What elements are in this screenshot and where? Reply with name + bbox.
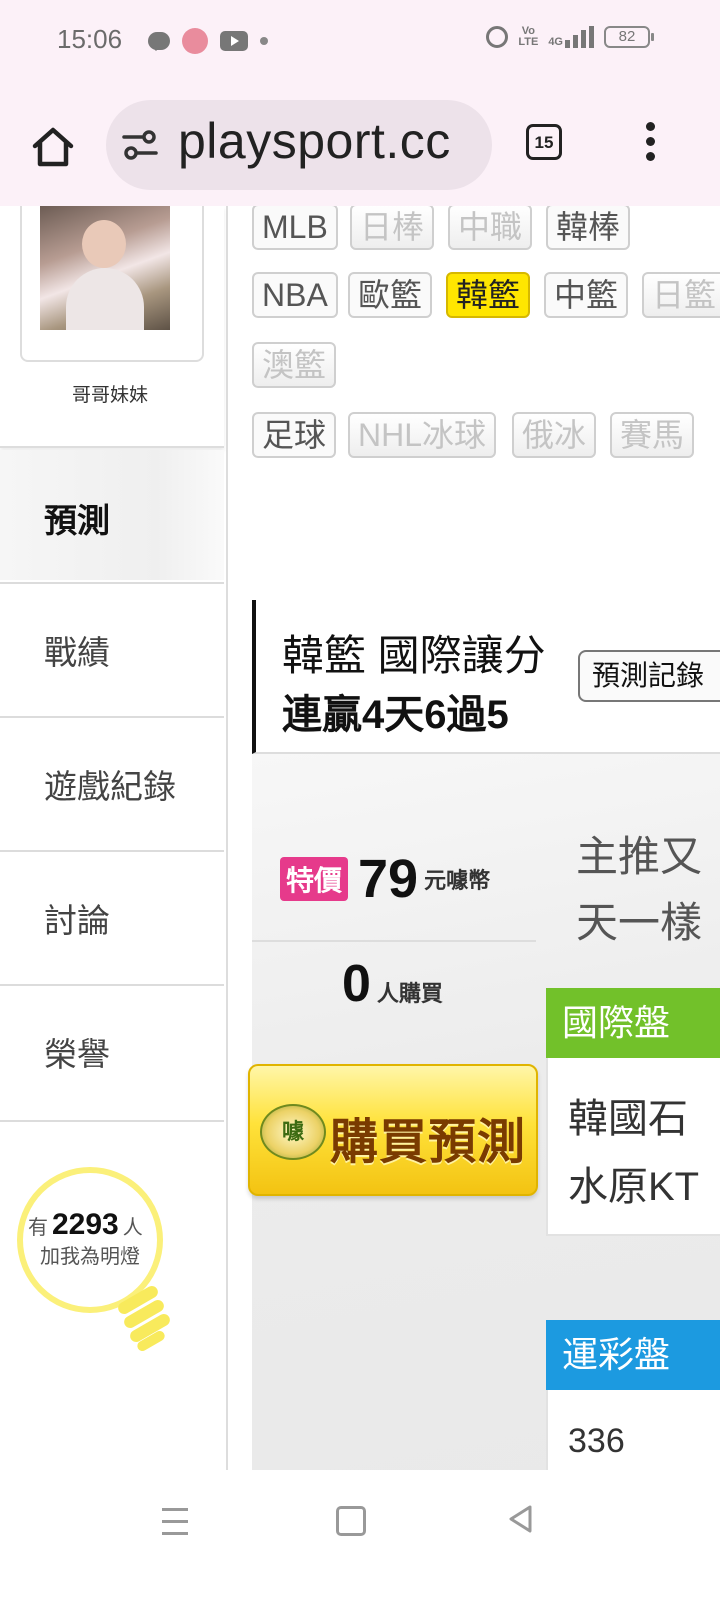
intro-line: 主推又 — [576, 833, 703, 880]
sidebar-item-label: 預測 — [44, 502, 110, 539]
game-number: 336 — [568, 1422, 625, 1460]
sidebar-item-predict[interactable]: 預測 — [0, 450, 224, 580]
follower-prefix: 有 — [28, 1217, 48, 1239]
profile-name[interactable]: 哥哥妹妹 — [0, 380, 220, 407]
address-bar[interactable]: playsport.cc — [106, 100, 492, 190]
volte-indicator: Vo LTE — [518, 25, 539, 48]
sidebar-item-label: 討論 — [44, 902, 110, 939]
divider — [252, 940, 536, 942]
url-text[interactable]: playsport.cc — [178, 112, 451, 170]
international-odds-body: 韓國石 水原KT — [546, 1058, 720, 1236]
network-type: 4G — [548, 36, 563, 48]
system-icons: Vo LTE 4G 82 — [486, 25, 654, 48]
tag-cpbl[interactable]: 中職 — [448, 206, 533, 250]
prediction-title: 韓籃 國際讓分 — [282, 632, 546, 679]
prediction-intro: 主推又 天一樣 — [576, 824, 702, 956]
alarm-icon — [486, 26, 509, 48]
buyer-count: 0 人購買 — [342, 954, 443, 1014]
buyer-number: 0 — [342, 955, 371, 1013]
buy-prediction-label: 購買預測 — [330, 1116, 527, 1169]
follow-label[interactable]: 加我為明燈 — [40, 1240, 140, 1269]
home-nav-icon[interactable] — [336, 1506, 366, 1536]
tag-nba[interactable]: NBA — [252, 272, 338, 318]
tag-mlb[interactable]: MLB — [252, 206, 338, 250]
sidebar-item-label: 遊戲紀錄 — [44, 768, 176, 805]
avatar-frame — [20, 206, 204, 362]
back-icon[interactable] — [506, 1504, 536, 1534]
tag-australia-basketball[interactable]: 澳籃 — [252, 342, 337, 388]
tag-kbo[interactable]: 韓棒 — [546, 206, 631, 250]
international-odds-header: 國際盤 — [546, 988, 720, 1058]
win-streak: 連贏4天6過5 — [282, 693, 509, 737]
signal-icon: 4G — [548, 26, 594, 48]
notification-icons — [148, 28, 268, 54]
browser-toolbar: playsport.cc 15 — [0, 84, 720, 206]
tab-switcher-icon[interactable]: 15 — [526, 124, 562, 160]
recent-apps-icon[interactable] — [162, 1508, 188, 1544]
tag-japan-basketball[interactable]: 日籃 — [642, 272, 720, 318]
web-page: 哥哥妹妹 預測 戰績 遊戲紀錄 討論 榮譽 有 2293 人 加我為明燈 MLB… — [0, 206, 720, 1470]
follower-suffix: 人 — [122, 1217, 143, 1239]
profile-card[interactable]: 哥哥妹妹 — [0, 206, 224, 448]
coin-icon: 噱 — [260, 1104, 326, 1160]
lottery-odds-header: 運彩盤 — [546, 1320, 720, 1390]
message-icon — [148, 32, 170, 51]
sidebar-item-discussion[interactable]: 討論 — [0, 850, 224, 986]
lottery-odds-body: 336 — [546, 1390, 720, 1470]
sidebar-item-game-log[interactable]: 遊戲紀錄 — [0, 716, 224, 852]
tag-npb[interactable]: 日棒 — [350, 206, 435, 250]
tag-nhl[interactable]: NHL冰球 — [348, 412, 497, 458]
tag-korea-basketball[interactable]: 韓籃 — [446, 272, 531, 318]
buyer-label: 人購買 — [376, 981, 443, 1006]
prediction-record-button[interactable]: 預測記錄 — [578, 650, 720, 702]
app-notification-icon — [182, 28, 208, 54]
tune-icon[interactable] — [122, 128, 158, 162]
status-time: 15:06 — [57, 24, 123, 54]
status-bar: 15:06 Vo LTE 4G 82 — [0, 0, 720, 84]
home-icon[interactable] — [30, 124, 76, 170]
sidebar-item-label: 戰績 — [44, 634, 110, 671]
left-sidebar: 哥哥妹妹 預測 戰績 遊戲紀錄 討論 榮譽 有 2293 人 加我為明燈 — [0, 206, 228, 1470]
intro-line: 天一樣 — [576, 899, 703, 946]
team-name: 水原KT — [568, 1165, 700, 1209]
more-vert-icon[interactable] — [640, 122, 660, 166]
follower-count: 有 2293 人 — [28, 1208, 143, 1242]
sidebar-item-honor[interactable]: 榮譽 — [0, 984, 224, 1122]
tag-khl[interactable]: 俄冰 — [512, 412, 597, 458]
price-row: 特價 79 元噱幣 — [280, 848, 490, 910]
youtube-icon — [220, 31, 248, 51]
prediction-header: 韓籃 國際讓分 連贏4天6過5 預測記錄 — [252, 600, 720, 754]
more-notifications-dot-icon — [260, 37, 268, 45]
team-name: 韓國石 — [568, 1097, 688, 1141]
avatar[interactable] — [40, 206, 170, 330]
tag-euro-basketball[interactable]: 歐籃 — [348, 272, 433, 318]
battery-icon: 82 — [604, 26, 654, 48]
price-unit: 元噱幣 — [424, 868, 491, 893]
follower-number: 2293 — [52, 1208, 119, 1241]
system-nav-bar — [0, 1470, 720, 1604]
sidebar-item-label: 榮譽 — [44, 1036, 110, 1073]
tag-soccer[interactable]: 足球 — [252, 412, 337, 458]
buy-prediction-button[interactable]: 噱 購買預測 — [248, 1064, 538, 1196]
sale-badge: 特價 — [280, 857, 349, 901]
sidebar-item-record[interactable]: 戰績 — [0, 582, 224, 718]
price-value: 79 — [358, 849, 419, 909]
tag-china-basketball[interactable]: 中籃 — [544, 272, 629, 318]
tag-horse-racing[interactable]: 賽馬 — [610, 412, 695, 458]
